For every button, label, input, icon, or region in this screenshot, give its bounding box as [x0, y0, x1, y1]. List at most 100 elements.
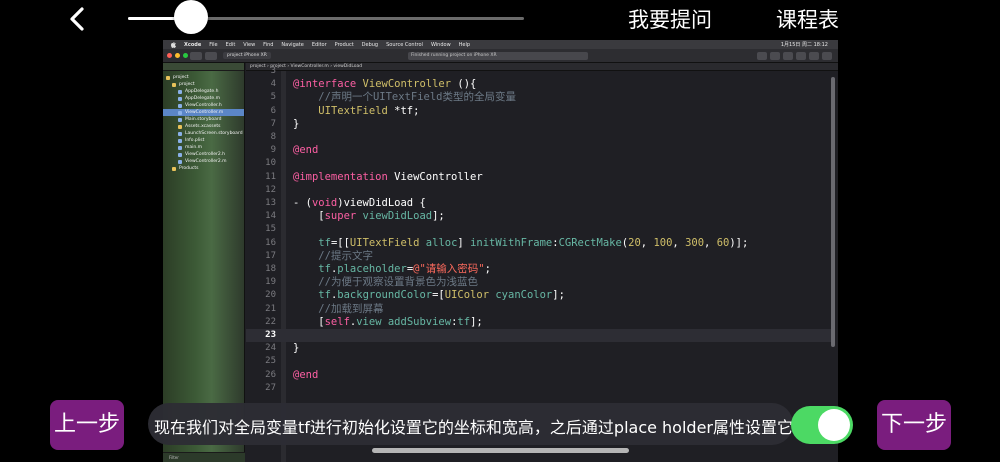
file-tree-item[interactable]: project	[163, 81, 244, 88]
menu-item-navigate[interactable]: Navigate	[281, 42, 303, 48]
file-tree-item[interactable]: main.m	[163, 144, 244, 151]
code-line[interactable]: 22 [self.view addSubview:tf];	[246, 316, 832, 329]
navigator-tabs[interactable]	[163, 63, 244, 71]
run-icon[interactable]	[190, 52, 202, 60]
code-line[interactable]: 6 UITextField *tf;	[246, 105, 832, 118]
file-tree-item[interactable]: AppDelegate.h	[163, 88, 244, 95]
subtitle-bar: 现在我们对全局变量tf进行初始化设置它的坐标和宽高，之后通过place hold…	[148, 403, 793, 445]
code-line[interactable]: 12	[246, 184, 832, 197]
zoom-window-icon[interactable]	[183, 53, 188, 58]
code-line[interactable]: 26 @end	[246, 369, 832, 382]
inspector-toggle-icon[interactable]	[822, 52, 832, 60]
file-icon	[178, 152, 182, 157]
subtitle-toggle[interactable]	[791, 406, 853, 444]
line-number: 19	[265, 277, 276, 288]
editor-scrollbar[interactable]	[831, 77, 835, 347]
file-tree-item[interactable]: AppDelegate.m	[163, 95, 244, 102]
editor-assistant-icon[interactable]	[770, 52, 780, 60]
progress-slider[interactable]	[128, 0, 524, 34]
line-number: 24	[265, 343, 276, 354]
file-tree-item[interactable]: LaunchScreen.storyboard	[163, 130, 244, 137]
ask-question-button[interactable]: 我要提问	[628, 4, 712, 34]
back-button[interactable]	[62, 4, 92, 34]
code-line[interactable]: 27	[246, 382, 832, 395]
menu-item-find[interactable]: Find	[263, 42, 273, 48]
code-line[interactable]: 25	[246, 355, 832, 368]
code-line[interactable]: 18 tf.placeholder=@"请输入密码";	[246, 263, 832, 276]
line-number: 14	[265, 211, 276, 222]
next-step-button[interactable]: 下一步	[877, 400, 951, 450]
editor-version-icon[interactable]	[783, 52, 793, 60]
slider-knob[interactable]	[174, 0, 209, 34]
code-text: //提示文字	[318, 249, 373, 262]
code-line[interactable]: 24}	[246, 342, 832, 355]
line-number: 10	[265, 158, 276, 169]
menu-item-product[interactable]: Product	[335, 42, 354, 48]
line-number: 12	[265, 184, 276, 195]
menu-item-debug[interactable]: Debug	[362, 42, 378, 48]
file-icon	[178, 117, 182, 122]
line-number: 20	[265, 290, 276, 301]
window-controls	[167, 53, 188, 58]
navigator-toggle-icon[interactable]	[796, 52, 806, 60]
file-tree-item[interactable]: Main.storyboard	[163, 116, 244, 123]
code-line[interactable]: 19 //为便于观察设置背景色为浅蓝色	[246, 276, 832, 289]
line-number: 8	[270, 132, 276, 142]
menu-item-file[interactable]: File	[209, 42, 217, 48]
code-line[interactable]: 13 - (void)viewDidLoad {	[246, 197, 832, 210]
file-icon	[178, 159, 182, 164]
code-line[interactable]: 3	[246, 65, 832, 78]
line-number: 5	[270, 92, 276, 103]
file-tree-item[interactable]: ViewController2.h	[163, 151, 244, 158]
file-tree-item[interactable]: project	[163, 74, 244, 81]
close-window-icon[interactable]	[167, 53, 172, 58]
top-bar: 我要提问 课程表	[0, 0, 1000, 40]
code-text: [self.view addSubview:tf];	[293, 315, 483, 328]
file-tree-item[interactable]: Info.plist	[163, 137, 244, 144]
file-icon	[178, 110, 182, 115]
code-line[interactable]: 4 @interface ViewController (){	[246, 78, 832, 91]
menu-item-help[interactable]: Help	[459, 42, 470, 48]
code-text: - (void)viewDidLoad {	[293, 197, 426, 209]
scheme-selector[interactable]: project iPhone XR	[223, 52, 271, 59]
menu-item-editor[interactable]: Editor	[312, 42, 327, 48]
debug-toggle-icon[interactable]	[809, 52, 819, 60]
menu-item-window[interactable]: Window	[431, 42, 451, 48]
menu-item-xcode[interactable]: Xcode	[184, 42, 201, 48]
menu-item-source-control[interactable]: Source Control	[386, 42, 423, 48]
editor-standard-icon[interactable]	[757, 52, 767, 60]
code-line[interactable]: 17 //提示文字	[246, 250, 832, 263]
mac-menubar: Xcode File Edit View Find Navigate Editor Produ…	[163, 40, 838, 49]
file-tree-item[interactable]: Assets.xcassets	[163, 123, 244, 130]
code-line[interactable]: 9 @end	[246, 144, 832, 157]
file-tree-item[interactable]: ViewController2.m	[163, 158, 244, 165]
code-line[interactable]: 5 //声明一个UITextField类型的全局变量	[246, 91, 832, 104]
line-number: 16	[265, 237, 276, 248]
code-line[interactable]: 21 //加载到屏幕	[246, 303, 832, 316]
code-line[interactable]: 11 @implementation ViewController	[246, 171, 832, 184]
code-line[interactable]: 7}	[246, 118, 832, 131]
schedule-button[interactable]: 课程表	[776, 4, 839, 34]
file-icon	[178, 145, 182, 150]
code-line[interactable]: 23	[246, 329, 832, 342]
code-line[interactable]: 14 [super viewDidLoad];	[246, 210, 832, 223]
file-tree-item[interactable]: Products	[163, 165, 244, 172]
run-controls	[190, 52, 217, 60]
menu-item-edit[interactable]: Edit	[226, 42, 236, 48]
code-text: tf=[[UITextField alloc] initWithFrame:CG…	[318, 236, 749, 249]
file-tree-item[interactable]: ViewController.h	[163, 102, 244, 109]
code-line[interactable]: 8	[246, 131, 832, 144]
line-number: 18	[265, 264, 276, 274]
code-line[interactable]: 15	[246, 223, 832, 236]
folder-icon	[172, 166, 176, 171]
menu-item-view[interactable]: View	[243, 42, 255, 48]
code-text: [super viewDidLoad];	[293, 210, 445, 223]
file-tree-item[interactable]: ViewController.m	[163, 109, 244, 116]
code-line[interactable]: 10	[246, 157, 832, 170]
navigator-filter[interactable]: Filter	[163, 452, 245, 462]
code-line[interactable]: 20 tf.backgroundColor=[UIColor cyanColor…	[246, 289, 832, 302]
previous-step-button[interactable]: 上一步	[50, 400, 124, 450]
stop-icon[interactable]	[205, 52, 217, 60]
code-line[interactable]: 16 tf=[[UITextField alloc] initWithFrame…	[246, 237, 832, 250]
minimize-window-icon[interactable]	[175, 53, 180, 58]
